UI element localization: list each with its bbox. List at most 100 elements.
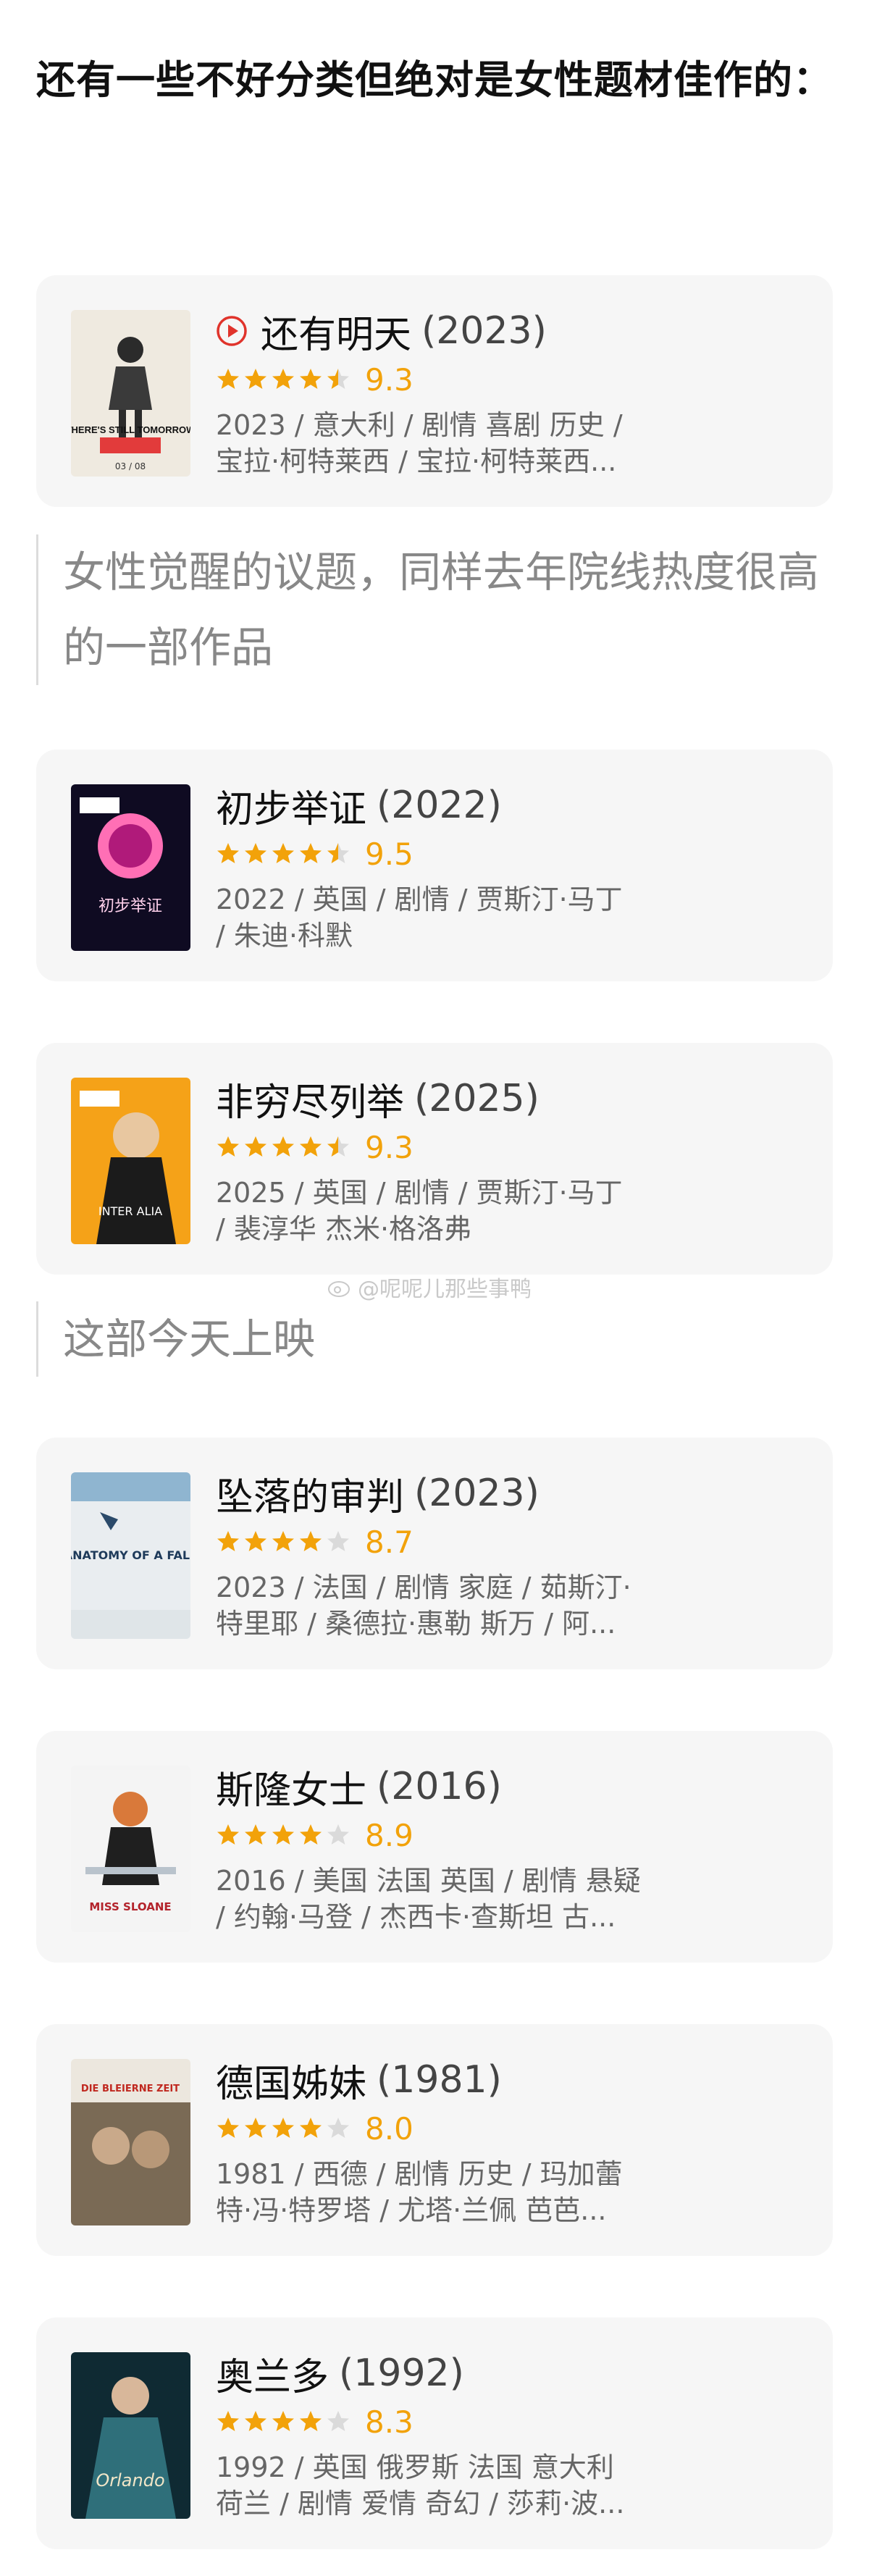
- quote-text: 女性觉醒的议题，同样去年院线热度很高的一部作品: [36, 534, 823, 685]
- movie-meta: 2023 / 法国 / 剧情 家庭 / 茹斯汀· 特里耶 / 桑德拉·惠勒 斯万…: [216, 1569, 679, 1642]
- star-icon: [245, 1824, 266, 1845]
- meta-line-2: 特·冯·特罗塔 / 尤塔·兰佩 芭芭...: [216, 2194, 607, 2226]
- movie-poster[interactable]: MISS SLOANE: [71, 1766, 190, 1932]
- meta-line-1: 1981 / 西德 / 剧情 历史 / 玛加蕾: [216, 2158, 623, 2190]
- poster-title: DIE BLEIERNE ZEIT: [81, 2084, 180, 2094]
- star-icon: [217, 1824, 239, 1845]
- rating-score: 9.3: [365, 361, 413, 398]
- star-icon: [272, 369, 294, 389]
- movie-card-3[interactable]: INTER ALIA 非穷尽列举 (2025) 9.3 2025 / 英国 / …: [36, 1043, 833, 1275]
- movie-title[interactable]: 奥兰多: [216, 2346, 329, 2401]
- meta-line-2: / 约翰·马登 / 杰西卡·查斯坦 古...: [216, 1901, 616, 1933]
- movie-year: (2016): [377, 1765, 502, 1808]
- star-icon: [300, 1136, 322, 1157]
- meta-line-1: 2023 / 法国 / 剧情 家庭 / 茹斯汀·: [216, 1572, 631, 1603]
- poster-title: 初步举证: [98, 897, 162, 915]
- star-icon: [272, 2118, 294, 2138]
- star-icon: [217, 2118, 239, 2138]
- movie-meta: 1992 / 英国 俄罗斯 法国 意大利 荷兰 / 剧情 爱情 奇幻 / 莎莉·…: [216, 2449, 679, 2522]
- movie-poster[interactable]: DIE BLEIERNE ZEIT: [71, 2059, 190, 2225]
- play-icon[interactable]: [216, 315, 248, 347]
- star-rating: [216, 1135, 353, 1159]
- rating-score: 8.3: [365, 2404, 413, 2440]
- star-icon: [272, 1136, 294, 1157]
- movie-meta: 2025 / 英国 / 剧情 / 贾斯汀·马丁 / 裴淳华 杰米·格洛弗: [216, 1175, 679, 1247]
- meta-line-2: / 朱迪·科默: [216, 920, 353, 952]
- movie-card-4[interactable]: ANATOMY OF A FALL 坠落的审判 (2023) 8.7 2023 …: [36, 1438, 833, 1669]
- poster-title: Orlando: [96, 2470, 164, 2491]
- star-icon: [217, 843, 239, 863]
- movie-title[interactable]: 斯隆女士: [216, 1760, 366, 1814]
- movie-year: (2022): [377, 784, 502, 827]
- movie-title[interactable]: 坠落的审判: [216, 1467, 404, 1521]
- svg-text:03 / 08: 03 / 08: [115, 461, 146, 471]
- rating-score: 9.3: [365, 1129, 413, 1165]
- rating-score: 9.5: [365, 836, 413, 872]
- meta-line-1: 2022 / 英国 / 剧情 / 贾斯汀·马丁: [216, 884, 623, 915]
- star-rating: [216, 1530, 353, 1554]
- meta-line-1: 1992 / 英国 俄罗斯 法国 意大利: [216, 2451, 614, 2483]
- poster-title: MISS SLOANE: [89, 1900, 171, 1913]
- star-icon: [272, 843, 294, 863]
- star-rating: [216, 367, 353, 392]
- star-icon: [300, 843, 322, 863]
- movie-card-6[interactable]: DIE BLEIERNE ZEIT 德国姊妹 (1981) 8.0 1981 /…: [36, 2024, 833, 2256]
- star-icon: [245, 2118, 266, 2138]
- movie-poster[interactable]: 初步举证: [71, 784, 190, 951]
- movie-year: (2025): [414, 1077, 540, 1120]
- rating-score: 8.0: [365, 2110, 413, 2147]
- movie-year: (1992): [339, 2351, 464, 2395]
- meta-line-1: 2016 / 美国 法国 英国 / 剧情 悬疑: [216, 1865, 641, 1897]
- page-heading: 还有一些不好分类但绝对是女性题材佳作的：: [36, 57, 833, 103]
- movie-poster[interactable]: THERE'S STILL TOMORROW 03 / 08: [71, 310, 190, 477]
- star-rating: [216, 2116, 353, 2141]
- movie-meta: 2023 / 意大利 / 剧情 喜剧 历史 / 宝拉·柯特莱西 / 宝拉·柯特莱…: [216, 407, 679, 479]
- weibo-icon: [328, 1281, 350, 1297]
- meta-line-2: 荷兰 / 剧情 爱情 奇幻 / 莎莉·波...: [216, 2488, 625, 2520]
- movie-year: (1981): [377, 2058, 502, 2102]
- star-icon: [327, 1531, 349, 1551]
- rating-score: 8.9: [365, 1817, 413, 1853]
- movie-title[interactable]: 初步举证: [216, 779, 366, 833]
- star-icon: [300, 1824, 322, 1845]
- movie-card-7[interactable]: Orlando 奥兰多 (1992) 8.3 1992 / 英国 俄罗斯 法国 …: [36, 2317, 833, 2549]
- movie-meta: 2016 / 美国 法国 英国 / 剧情 悬疑 / 约翰·马登 / 杰西卡·查斯…: [216, 1863, 679, 1935]
- star-icon: [327, 1136, 349, 1157]
- movie-card-2[interactable]: 初步举证 初步举证 (2022) 9.5 2022 / 英国 / 剧情 / 贾斯…: [36, 750, 833, 981]
- meta-line-1: 2023 / 意大利 / 剧情 喜剧 历史 /: [216, 409, 623, 441]
- movie-year: (2023): [414, 1472, 540, 1515]
- poster-title: INTER ALIA: [98, 1204, 162, 1218]
- movie-title[interactable]: 非穷尽列举: [216, 1072, 404, 1126]
- star-icon: [217, 1136, 239, 1157]
- star-icon: [327, 369, 349, 389]
- meta-line-2: 特里耶 / 桑德拉·惠勒 斯万 / 阿...: [216, 1608, 616, 1640]
- star-rating: [216, 1823, 353, 1847]
- star-icon: [245, 2411, 266, 2431]
- star-icon: [245, 1136, 266, 1157]
- meta-line-2: 宝拉·柯特莱西 / 宝拉·柯特莱西...: [216, 445, 617, 477]
- star-icon: [245, 369, 266, 389]
- movie-title[interactable]: 德国姊妹: [216, 2053, 366, 2107]
- poster-title: ANATOMY OF A FALL: [71, 1548, 190, 1562]
- movie-poster[interactable]: INTER ALIA: [71, 1078, 190, 1244]
- movie-year: (2023): [421, 309, 547, 353]
- star-rating: [216, 2409, 353, 2434]
- movie-meta: 1981 / 西德 / 剧情 历史 / 玛加蕾 特·冯·特罗塔 / 尤塔·兰佩 …: [216, 2156, 679, 2228]
- rating-score: 8.7: [365, 1524, 413, 1560]
- star-icon: [300, 369, 322, 389]
- movie-poster[interactable]: ANATOMY OF A FALL: [71, 1472, 190, 1639]
- quote-text: 这部今天上映: [36, 1301, 823, 1377]
- meta-line-1: 2025 / 英国 / 剧情 / 贾斯汀·马丁: [216, 1177, 623, 1209]
- star-icon: [217, 1531, 239, 1551]
- meta-line-2: / 裴淳华 杰米·格洛弗: [216, 1213, 472, 1245]
- watermark: @呢呢儿那些事鸭: [327, 1271, 532, 1303]
- star-icon: [272, 1531, 294, 1551]
- watermark-text: @呢呢儿那些事鸭: [358, 1277, 532, 1302]
- movie-card-5[interactable]: MISS SLOANE 斯隆女士 (2016) 8.9 2016 / 美国 法国…: [36, 1731, 833, 1963]
- movie-card-1[interactable]: THERE'S STILL TOMORROW 03 / 08 还有明天 (202…: [36, 275, 833, 507]
- movie-meta: 2022 / 英国 / 剧情 / 贾斯汀·马丁 / 朱迪·科默: [216, 881, 679, 954]
- movie-poster[interactable]: Orlando: [71, 2352, 190, 2519]
- star-icon: [327, 2118, 349, 2138]
- movie-title[interactable]: 还有明天: [261, 304, 411, 358]
- star-icon: [300, 2118, 322, 2138]
